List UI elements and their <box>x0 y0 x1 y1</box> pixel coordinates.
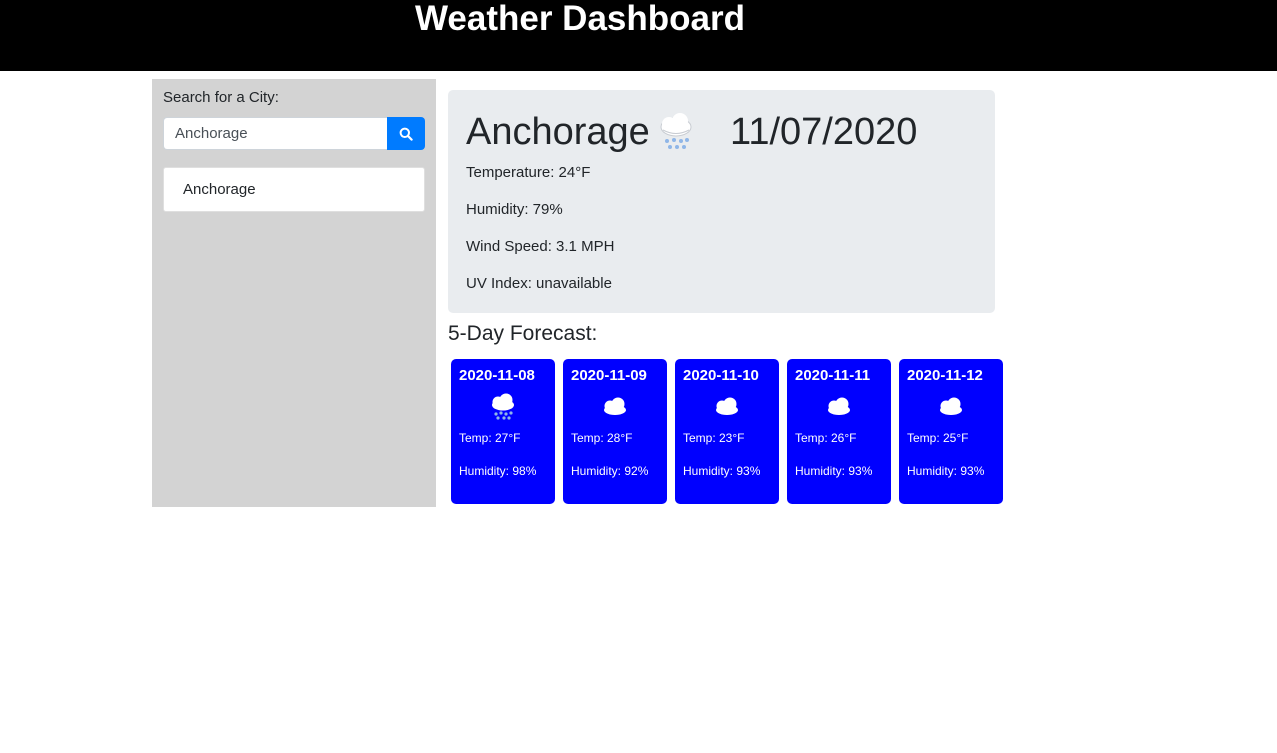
snow-cloud-icon <box>660 113 692 149</box>
forecast-humidity: Humidity: 98% <box>459 464 537 478</box>
temperature-text: Temperature: 24°F <box>466 164 591 181</box>
search-history-list: Anchorage <box>163 167 425 212</box>
forecast-heading: 5-Day Forecast: <box>448 322 598 345</box>
forecast-date: 2020-11-08 <box>459 367 535 384</box>
cloud-icon <box>940 397 962 415</box>
forecast-card: 2020-11-12 Temp: 25°F Humidity: 93% <box>899 359 1003 504</box>
forecast-date: 2020-11-12 <box>907 367 983 384</box>
forecast-card: 2020-11-10 Temp: 23°F Humidity: 93% <box>675 359 779 504</box>
forecast-temp: Temp: 25°F <box>907 431 969 445</box>
forecast-date: 2020-11-11 <box>795 367 871 384</box>
header-bar: Weather Dashboard <box>0 0 1277 71</box>
forecast-temp: Temp: 27°F <box>459 431 521 445</box>
sidebar: Search for a City: Anchorage <box>152 79 436 507</box>
forecast-temp: Temp: 28°F <box>571 431 633 445</box>
forecast-date: 2020-11-09 <box>571 367 647 384</box>
forecast-card: 2020-11-08 Temp: 27°F Humidity: 98% <box>451 359 555 504</box>
forecast-humidity: Humidity: 93% <box>683 464 761 478</box>
search-button[interactable] <box>387 117 425 150</box>
current-weather-card: Anchorage 11/07/2020 Temperature: 24°F H… <box>448 90 995 313</box>
current-date: 11/07/2020 <box>730 111 918 153</box>
forecast-humidity: Humidity: 93% <box>795 464 873 478</box>
search-label: Search for a City: <box>163 89 279 106</box>
forecast-card: 2020-11-11 Temp: 26°F Humidity: 93% <box>787 359 891 504</box>
snow-cloud-icon <box>492 393 514 420</box>
cloud-icon <box>604 397 626 415</box>
uv-index-text: UV Index: unavailable <box>466 275 612 292</box>
history-item-anchorage[interactable]: Anchorage <box>163 167 425 212</box>
forecast-card: 2020-11-09 Temp: 28°F Humidity: 92% <box>563 359 667 504</box>
city-name: Anchorage <box>466 111 650 153</box>
forecast-humidity: Humidity: 92% <box>571 464 649 478</box>
forecast-humidity: Humidity: 93% <box>907 464 985 478</box>
search-icon <box>399 127 413 141</box>
forecast-temp: Temp: 23°F <box>683 431 745 445</box>
humidity-text: Humidity: 79% <box>466 201 563 218</box>
forecast-row: 2020-11-08 Temp: 27°F Humidity: 98% 2020… <box>451 359 1011 504</box>
forecast-date: 2020-11-10 <box>683 367 759 384</box>
page-title: Weather Dashboard <box>415 0 745 38</box>
cloud-icon <box>716 397 738 415</box>
cloud-icon <box>828 397 850 415</box>
search-input[interactable] <box>163 117 387 150</box>
wind-speed-text: Wind Speed: 3.1 MPH <box>466 238 615 255</box>
forecast-temp: Temp: 26°F <box>795 431 857 445</box>
